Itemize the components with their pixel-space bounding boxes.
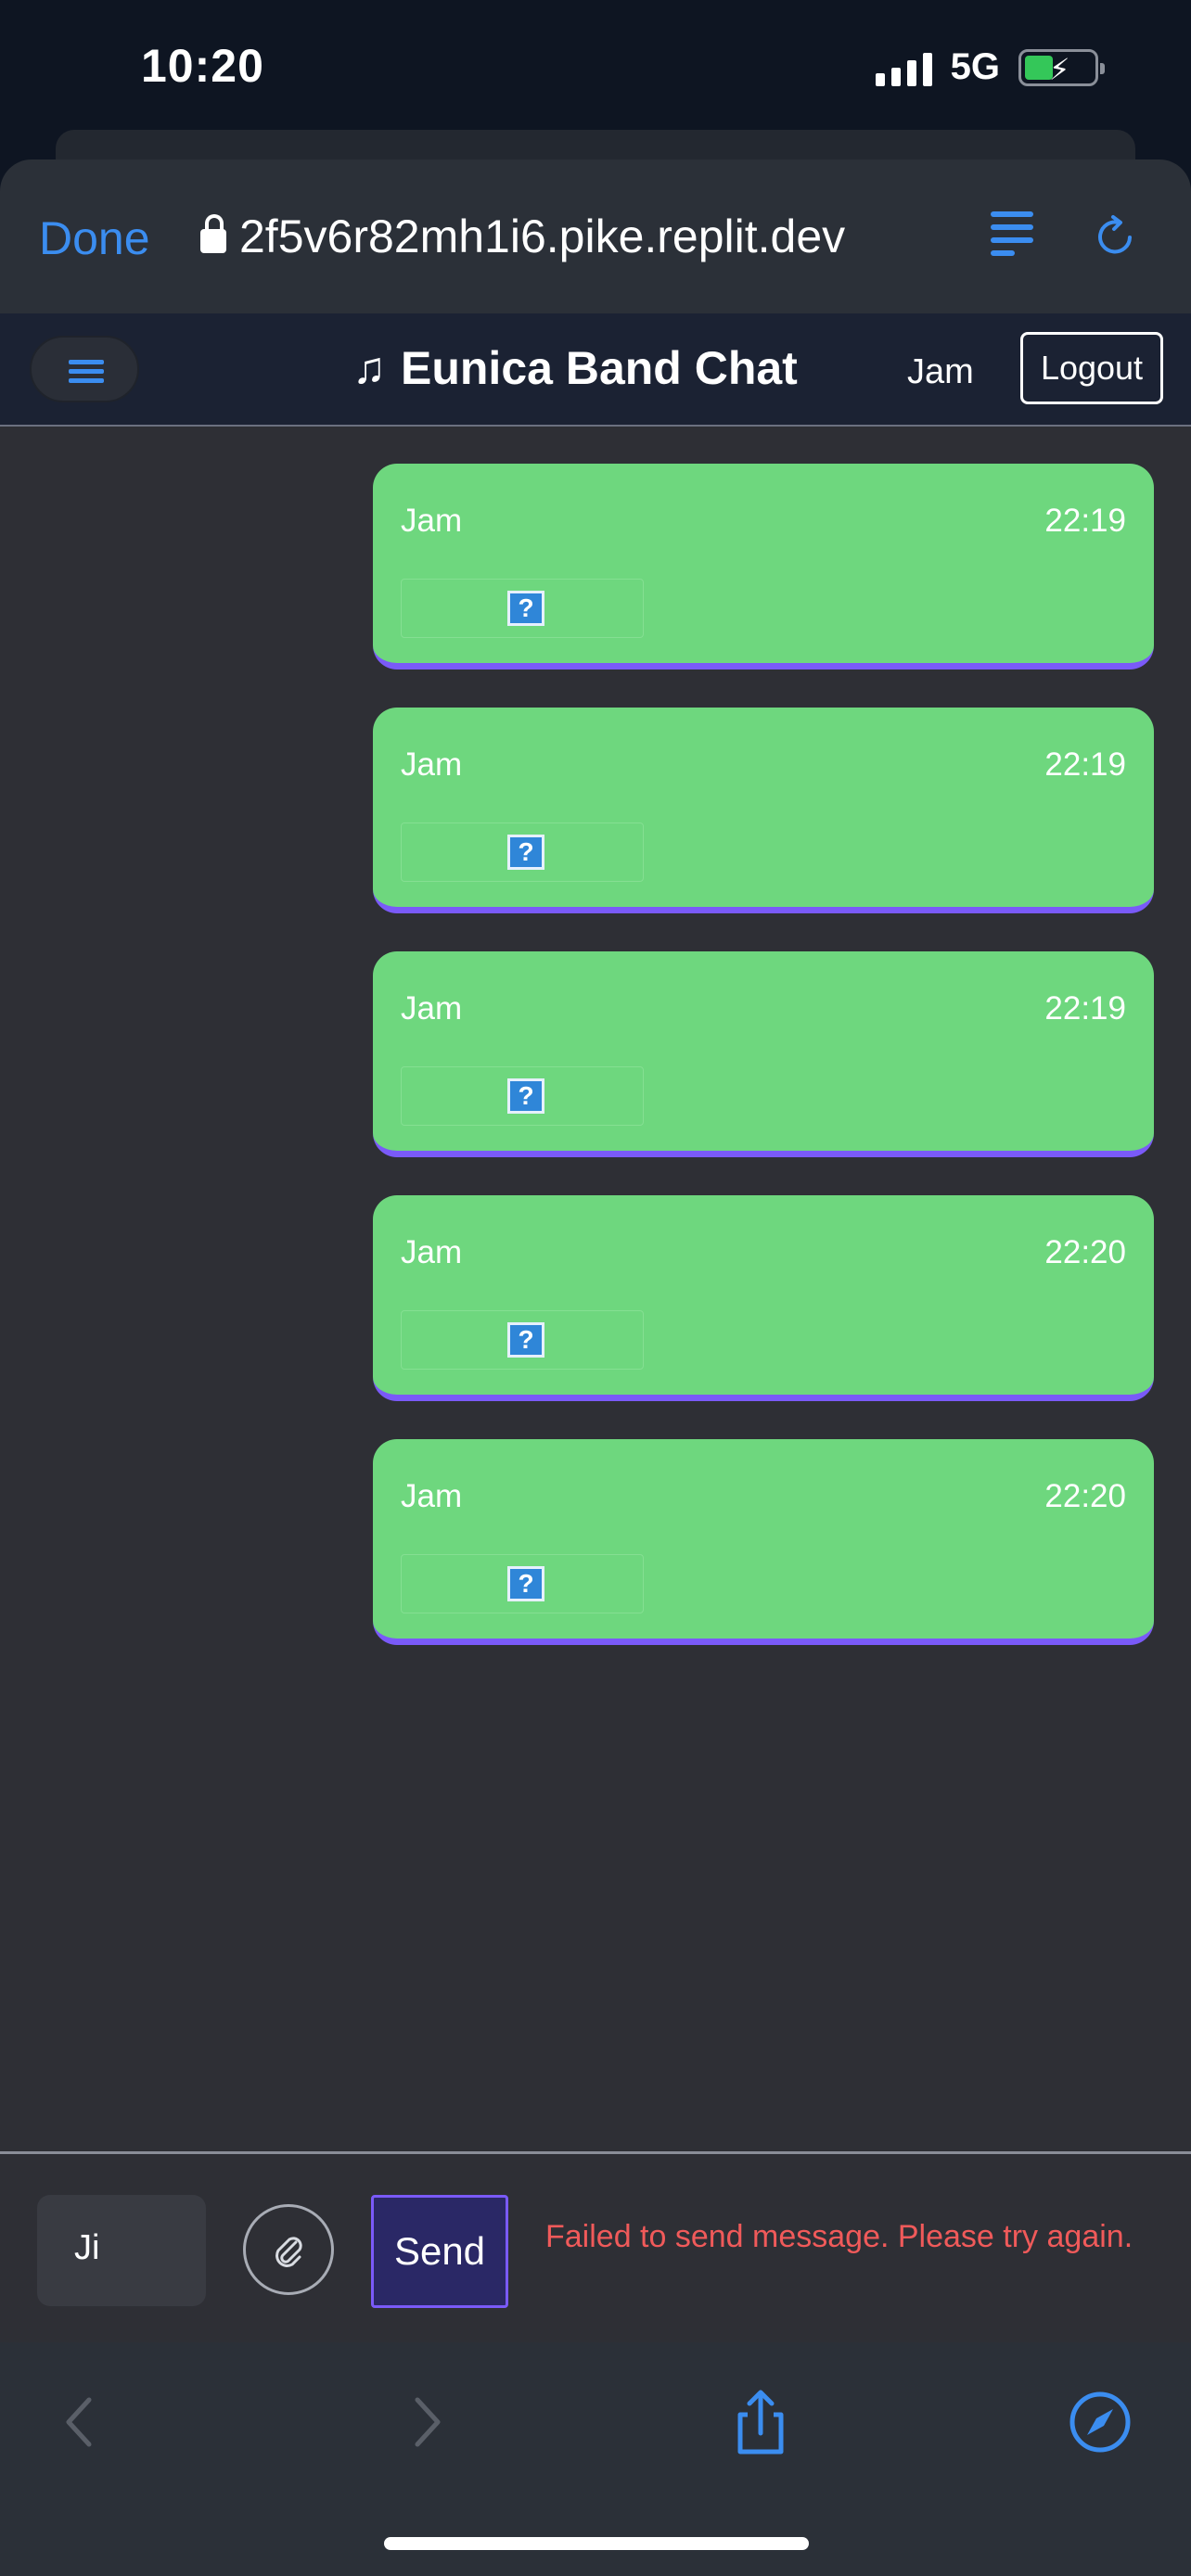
- reload-icon[interactable]: [1093, 213, 1139, 260]
- url-field[interactable]: 2f5v6r82mh1i6.pike.replit.dev: [200, 210, 845, 263]
- message-attachment[interactable]: ?: [401, 1310, 644, 1370]
- message-bubble: Jam 22:20 ?: [373, 1195, 1154, 1401]
- message-bubble: Jam 22:19 ?: [373, 464, 1154, 670]
- send-button[interactable]: Send: [371, 2195, 508, 2308]
- message-attachment[interactable]: ?: [401, 1554, 644, 1613]
- message-bubble: Jam 22:20 ?: [373, 1439, 1154, 1645]
- message-sender: Jam: [401, 1234, 463, 1270]
- message-bubble: Jam 22:19 ?: [373, 708, 1154, 913]
- menu-button[interactable]: [30, 336, 139, 402]
- share-icon[interactable]: [724, 2385, 798, 2459]
- message-composer: Ji Send Failed to send message. Please t…: [0, 2151, 1191, 2342]
- message-bubble: Jam 22:19 ?: [373, 951, 1154, 1157]
- message-time: 22:19: [1044, 503, 1126, 539]
- status-bar: 10:20 5G ⚡: [0, 0, 1191, 130]
- music-note-icon: ♫: [352, 343, 386, 393]
- message-list[interactable]: Jam 22:19 ? Jam 22:19 ? Jam 22:19 ? Jam …: [0, 427, 1191, 2151]
- current-username: Jam: [907, 352, 974, 391]
- network-label: 5G: [950, 46, 1000, 87]
- error-message: Failed to send message. Please try again…: [545, 2219, 1133, 2254]
- message-sender: Jam: [401, 746, 463, 783]
- home-indicator[interactable]: [384, 2537, 809, 2550]
- message-attachment[interactable]: ?: [401, 1066, 644, 1126]
- broken-image-icon: ?: [507, 835, 544, 870]
- battery-charging-icon: ⚡: [1018, 48, 1105, 86]
- chat-app: ♫ Eunica Band Chat Jam Logout Jam 22:19 …: [0, 313, 1191, 2342]
- app-title: ♫ Eunica Band Chat: [352, 341, 798, 395]
- message-attachment[interactable]: ?: [401, 579, 644, 638]
- signal-icon: [875, 49, 932, 86]
- attach-button[interactable]: [243, 2204, 334, 2295]
- broken-image-icon: ?: [507, 1322, 544, 1358]
- paperclip-icon: [275, 2237, 302, 2267]
- message-sender: Jam: [401, 503, 463, 539]
- hamburger-icon: [69, 360, 104, 364]
- message-time: 22:19: [1044, 746, 1126, 783]
- url-text: 2f5v6r82mh1i6.pike.replit.dev: [239, 210, 846, 262]
- compass-icon[interactable]: [1063, 2385, 1137, 2459]
- app-header: ♫ Eunica Band Chat Jam Logout: [0, 313, 1191, 427]
- broken-image-icon: ?: [507, 591, 544, 626]
- message-time: 22:20: [1044, 1478, 1126, 1514]
- lock-icon: [200, 214, 226, 253]
- message-time: 22:20: [1044, 1234, 1126, 1270]
- reader-icon[interactable]: [991, 211, 1033, 260]
- message-input[interactable]: Ji: [37, 2195, 206, 2306]
- message-attachment[interactable]: ?: [401, 823, 644, 882]
- browser-bar: Done 2f5v6r82mh1i6.pike.replit.dev: [0, 159, 1191, 313]
- back-icon[interactable]: [45, 2385, 119, 2459]
- message-sender: Jam: [401, 990, 463, 1027]
- message-time: 22:19: [1044, 990, 1126, 1027]
- status-indicators: 5G ⚡: [875, 46, 1105, 88]
- logout-button[interactable]: Logout: [1020, 332, 1163, 404]
- status-time: 10:20: [141, 40, 264, 92]
- broken-image-icon: ?: [507, 1078, 544, 1114]
- done-button[interactable]: Done: [39, 211, 150, 265]
- broken-image-icon: ?: [507, 1566, 544, 1601]
- app-title-text: Eunica Band Chat: [401, 342, 798, 394]
- forward-icon[interactable]: [388, 2385, 462, 2459]
- message-sender: Jam: [401, 1478, 463, 1514]
